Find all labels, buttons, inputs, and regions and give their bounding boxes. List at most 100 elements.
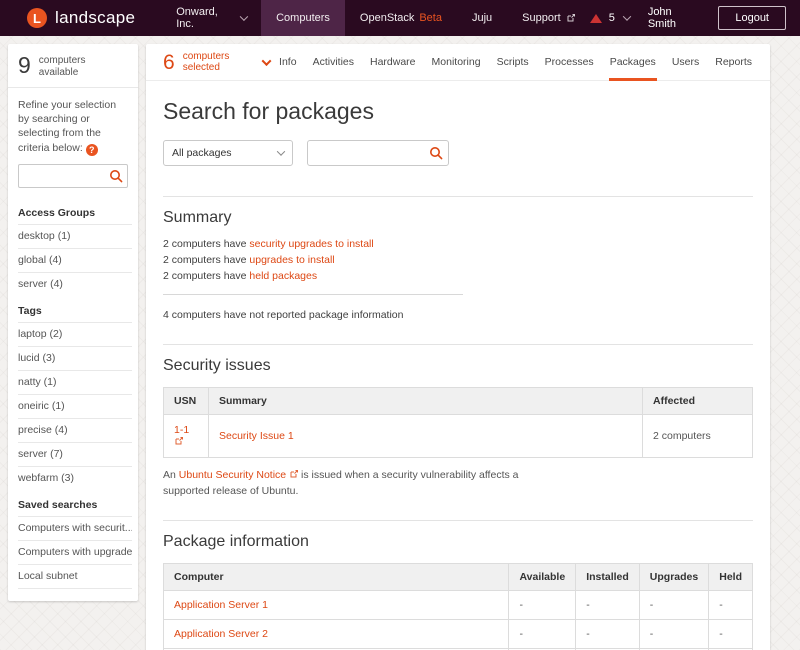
- computers-sidebar: 9 computers available Refine your select…: [8, 44, 138, 601]
- sidebar-item-desktop-1[interactable]: desktop (1): [18, 224, 132, 248]
- summary-lines: 2 computers have security upgrades to in…: [163, 237, 753, 284]
- sidebar-item-natty-1[interactable]: natty (1): [18, 370, 132, 394]
- sidebar-item-oneiric-1[interactable]: oneiric (1): [18, 394, 132, 418]
- package-information-heading: Package information: [163, 533, 753, 551]
- security-table-header-row: USNSummaryAffected: [164, 388, 753, 415]
- summary-cell: Security Issue 1: [209, 415, 643, 458]
- tab-reports[interactable]: Reports: [714, 44, 753, 81]
- summary-link-upgrades-to-install[interactable]: upgrades to install: [249, 254, 334, 266]
- tab-info[interactable]: Info: [278, 44, 298, 81]
- ubuntu-security-notice-link[interactable]: Ubuntu Security Notice: [179, 469, 298, 481]
- computer-cell: Application Server 1: [164, 590, 509, 619]
- summary-line: 2 computers have upgrades to install: [163, 253, 753, 269]
- external-link-icon: [290, 470, 298, 478]
- sidebar-item-server-4[interactable]: server (4): [18, 272, 132, 296]
- package-table-row: Application Server 2----: [164, 619, 753, 648]
- not-reported-text: 4 computers have not reported package in…: [163, 308, 753, 324]
- held-cell: -: [709, 619, 753, 648]
- selected-computers-dropdown[interactable]: 6 computers selected: [163, 51, 270, 74]
- affected-cell: 2 computers: [643, 415, 753, 458]
- nav-item-computers[interactable]: Computers: [261, 0, 345, 36]
- computer-link-application-server-2[interactable]: Application Server 2: [174, 628, 268, 640]
- security-col-affected: Affected: [643, 388, 753, 415]
- package-col-held: Held: [709, 563, 753, 590]
- sidebar-item-server-7[interactable]: server (7): [18, 442, 132, 466]
- package-col-upgrades: Upgrades: [639, 563, 708, 590]
- sidebar-section-title-access-groups: Access Groups: [8, 198, 138, 224]
- chevron-down-icon: [623, 12, 631, 20]
- tab-packages[interactable]: Packages: [609, 44, 657, 81]
- tab-hardware[interactable]: Hardware: [369, 44, 417, 81]
- chevron-down-icon: [239, 12, 247, 20]
- upgrades-cell: -: [639, 590, 708, 619]
- package-type-select[interactable]: All packages: [163, 140, 293, 166]
- refine-help-text: Refine your selection by searching or se…: [8, 88, 138, 162]
- landscape-logo-text: landscape: [55, 8, 135, 28]
- main-panel: 6 computers selected Info Activities Hardw…: [146, 44, 770, 650]
- divider: [163, 294, 463, 295]
- landscape-logo[interactable]: L landscape: [0, 0, 161, 36]
- alerts-indicator[interactable]: 5: [590, 12, 630, 24]
- sidebar-item-lucid-3[interactable]: lucid (3): [18, 346, 132, 370]
- sidebar-section-title-tags: Tags: [8, 296, 138, 322]
- package-search-controls: All packages: [163, 140, 753, 166]
- nav-item-onward-inc[interactable]: Onward, Inc.: [161, 0, 261, 36]
- usn-link[interactable]: 1-1: [174, 424, 189, 448]
- page-content: 9 computers available Refine your select…: [0, 36, 800, 650]
- tab-scripts[interactable]: Scripts: [496, 44, 530, 81]
- package-search: [307, 140, 449, 166]
- package-col-available: Available: [509, 563, 576, 590]
- nav-item-support[interactable]: Support: [507, 0, 590, 36]
- sidebar-item-local-subnet[interactable]: Local subnet: [18, 564, 132, 589]
- nav-item-label: Support: [522, 12, 561, 24]
- tab-monitoring[interactable]: Monitoring: [431, 44, 482, 81]
- nav-item-label: Computers: [276, 12, 330, 24]
- security-table-row: 1-1 Security Issue 1 2 computers: [164, 415, 753, 458]
- logout-button[interactable]: Logout: [718, 6, 786, 30]
- sidebar-search: [18, 164, 128, 188]
- computer-link-application-server-1[interactable]: Application Server 1: [174, 599, 268, 611]
- summary-link-held-packages[interactable]: held packages: [249, 270, 317, 282]
- summary-link-security-upgrades-to-install[interactable]: security upgrades to install: [249, 238, 373, 250]
- user-name: John Smith: [648, 6, 701, 30]
- chevron-down-icon: [261, 56, 271, 66]
- selected-count-number: 6: [163, 52, 175, 73]
- package-table-row: Application Server 1----: [164, 590, 753, 619]
- sidebar-criteria-sections: Access Groupsdesktop (1)global (4)server…: [8, 198, 138, 601]
- primary-nav: Onward, Inc. Computers OpenStackBeta Juju Su…: [161, 0, 589, 36]
- package-search-input[interactable]: [307, 140, 449, 166]
- installed-cell: -: [576, 590, 640, 619]
- divider: [163, 196, 753, 197]
- sidebar-item-computers-with-securit[interactable]: Computers with securit...: [18, 516, 132, 540]
- external-link-icon: [175, 437, 183, 445]
- nav-item-label: Juju: [472, 12, 492, 24]
- top-navigation-bar: L landscape Onward, Inc. Computers OpenSta…: [0, 0, 800, 36]
- selected-count-label: computers selected: [183, 51, 241, 74]
- sidebar-item-global-4[interactable]: global (4): [18, 248, 132, 272]
- tab-processes[interactable]: Processes: [544, 44, 595, 81]
- landscape-logo-icon: L: [27, 8, 47, 28]
- upgrades-cell: -: [639, 619, 708, 648]
- search-icon[interactable]: [429, 146, 443, 160]
- package-table-header-row: ComputerAvailableInstalledUpgradesHeld: [164, 563, 753, 590]
- sidebar-item-precise-4[interactable]: precise (4): [18, 418, 132, 442]
- tab-users[interactable]: Users: [671, 44, 700, 81]
- sidebar-item-webfarm-3[interactable]: webfarm (3): [18, 466, 132, 490]
- search-icon[interactable]: [109, 169, 123, 183]
- nav-item-juju[interactable]: Juju: [457, 0, 507, 36]
- alert-triangle-icon: [590, 14, 602, 23]
- security-issue-link[interactable]: Security Issue 1: [219, 430, 294, 442]
- sidebar-item-computers-with-upgrades[interactable]: Computers with upgrades: [18, 540, 132, 564]
- nav-item-openstack[interactable]: OpenStackBeta: [345, 0, 457, 36]
- available-count-number: 9: [18, 53, 31, 78]
- available-cell: -: [509, 619, 576, 648]
- help-icon[interactable]: ?: [86, 144, 98, 156]
- selection-header: 6 computers selected Info Activities Hardw…: [146, 44, 770, 81]
- held-cell: -: [709, 590, 753, 619]
- divider: [163, 344, 753, 345]
- sidebar-item-laptop-2[interactable]: laptop (2): [18, 322, 132, 346]
- tab-activities[interactable]: Activities: [312, 44, 355, 81]
- nav-item-label: Onward, Inc.: [176, 6, 233, 30]
- nav-item-label: OpenStack: [360, 12, 414, 24]
- package-col-computer: Computer: [164, 563, 509, 590]
